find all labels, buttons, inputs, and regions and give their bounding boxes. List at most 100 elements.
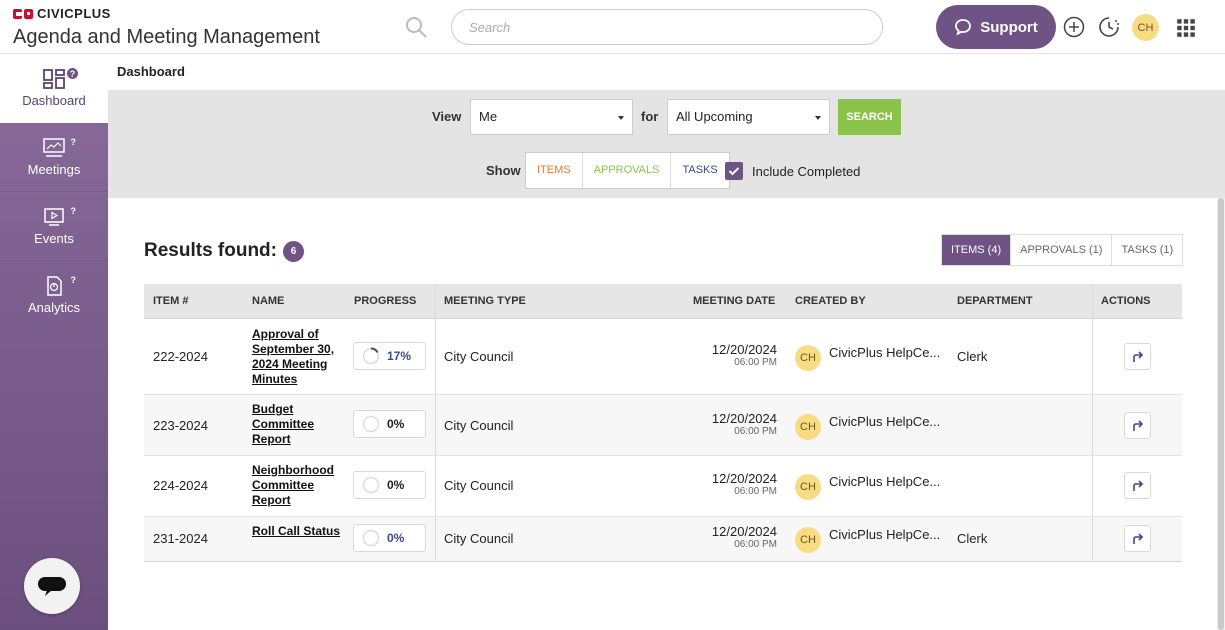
- column-header-progress[interactable]: PROGRESS: [354, 284, 416, 319]
- progress-value: 0%: [387, 531, 405, 545]
- brand[interactable]: CIVICPLUS: [13, 6, 111, 21]
- search-button[interactable]: SEARCH: [838, 99, 901, 135]
- column-divider: [435, 284, 436, 318]
- meeting-type: City Council: [444, 418, 514, 433]
- results-title: Results found: 6: [144, 240, 304, 262]
- sidebar-item-dashboard[interactable]: ? Dashboard: [0, 54, 108, 123]
- meeting-date-time: 06:00 PM: [734, 539, 777, 550]
- check-icon: [728, 167, 740, 176]
- caret-down-icon: [618, 116, 624, 120]
- table-header: ITEM # NAME PROGRESS MEETING TYPE MEETIN…: [144, 284, 1182, 319]
- created-by: CH CivicPlus HelpCe...: [795, 343, 940, 371]
- sidebar-item-events[interactable]: ? Events: [0, 192, 108, 261]
- progress-indicator[interactable]: 0%: [353, 410, 426, 438]
- creator-name: CivicPlus HelpCe...: [829, 413, 941, 429]
- creator-avatar: CH: [795, 527, 821, 553]
- sidebar: ? Dashboard ? Meetings ? Events ? Analyt…: [0, 54, 108, 630]
- column-header-created-by[interactable]: CREATED BY: [795, 284, 866, 319]
- forward-action-button[interactable]: [1124, 343, 1151, 370]
- apps-grid-icon[interactable]: [1175, 17, 1197, 39]
- sidebar-item-label: Dashboard: [22, 93, 86, 108]
- forward-action-button[interactable]: [1124, 472, 1151, 499]
- item-name-link[interactable]: Budget Committee Report: [252, 402, 342, 447]
- forward-action-button[interactable]: [1124, 412, 1151, 439]
- item-number: 223-2024: [153, 418, 208, 433]
- item-name-link[interactable]: Neighborhood Committee Report: [252, 463, 347, 508]
- toggle-tasks[interactable]: TASKS: [671, 153, 728, 188]
- meeting-date-day: 12/20/2024: [711, 411, 777, 426]
- analytics-icon: [47, 275, 62, 296]
- column-header-meeting-date[interactable]: MEETING DATE: [693, 284, 775, 319]
- created-by: CH CivicPlus HelpCe...: [795, 472, 940, 500]
- app-header: CIVICPLUS Agenda and Meeting Management …: [0, 0, 1225, 54]
- filter-panel: View Me for All Upcoming SEARCH Show ITE…: [108, 90, 1225, 198]
- help-icon[interactable]: ?: [71, 275, 77, 285]
- app-title: Agenda and Meeting Management: [13, 26, 320, 48]
- tab-items[interactable]: ITEMS (4): [942, 235, 1012, 265]
- creator-avatar: CH: [795, 474, 821, 500]
- search-icon[interactable]: [404, 15, 428, 39]
- user-avatar[interactable]: CH: [1132, 14, 1159, 41]
- history-icon[interactable]: [1098, 16, 1120, 38]
- column-divider: [435, 517, 436, 561]
- tab-tasks[interactable]: TASKS (1): [1112, 235, 1183, 265]
- meeting-date: 12/20/2024 06:00 PM: [712, 524, 777, 550]
- progress-indicator[interactable]: 0%: [353, 471, 426, 499]
- department: Clerk: [957, 349, 988, 364]
- caret-down-icon: [815, 116, 821, 120]
- for-label: for: [641, 109, 659, 124]
- results-count-badge: 6: [283, 240, 304, 262]
- sidebar-item-meetings[interactable]: ? Meetings: [0, 123, 108, 192]
- redirect-arrow-icon: [1132, 479, 1143, 491]
- column-divider: [1092, 517, 1093, 561]
- item-name-link[interactable]: Approval of September 30, 2024 Meeting M…: [252, 327, 342, 387]
- help-icon[interactable]: ?: [71, 137, 77, 147]
- scrollbar-thumb[interactable]: [1218, 198, 1224, 630]
- breadcrumb: Dashboard: [108, 54, 1225, 90]
- progress-value: 0%: [387, 478, 405, 492]
- events-icon: [44, 207, 64, 226]
- for-dropdown-value: All Upcoming: [676, 109, 753, 124]
- items-table: ITEM # NAME PROGRESS MEETING TYPE MEETIN…: [144, 284, 1182, 562]
- results-panel: Results found: 6 ITEMS (4) APPROVALS (1)…: [108, 198, 1217, 630]
- show-toggle-group: ITEMS APPROVALS TASKS: [525, 152, 730, 189]
- include-completed-checkbox[interactable]: [725, 162, 743, 180]
- meeting-type: City Council: [444, 478, 514, 493]
- column-divider: [435, 456, 436, 516]
- table-row: 222-2024 Approval of September 30, 2024 …: [144, 319, 1182, 395]
- add-icon[interactable]: [1063, 16, 1085, 38]
- view-dropdown[interactable]: Me: [470, 99, 633, 135]
- tab-approvals[interactable]: APPROVALS (1): [1011, 235, 1113, 265]
- column-header-meeting-type[interactable]: MEETING TYPE: [444, 284, 526, 319]
- column-divider: [1092, 456, 1093, 516]
- help-icon[interactable]: ?: [67, 68, 78, 79]
- column-header-name[interactable]: NAME: [252, 284, 284, 319]
- progress-indicator[interactable]: 0%: [353, 524, 426, 552]
- sidebar-item-label: Events: [34, 230, 74, 246]
- creator-name: CivicPlus HelpCe...: [829, 473, 941, 489]
- creator-name: CivicPlus HelpCe...: [829, 526, 941, 542]
- column-header-department[interactable]: DEPARTMENT: [957, 284, 1033, 319]
- progress-indicator[interactable]: 17%: [353, 342, 426, 370]
- sidebar-item-analytics[interactable]: ? Analytics: [0, 261, 108, 330]
- meeting-date-time: 06:00 PM: [734, 426, 777, 437]
- support-button[interactable]: Support: [936, 5, 1056, 49]
- scrollbar[interactable]: [1217, 198, 1225, 630]
- created-by: CH CivicPlus HelpCe...: [795, 412, 940, 440]
- chat-widget-button[interactable]: [24, 558, 80, 614]
- department: Clerk: [957, 531, 988, 546]
- for-dropdown[interactable]: All Upcoming: [667, 99, 830, 135]
- results-label: Results found:: [144, 240, 277, 261]
- item-name-link[interactable]: Roll Call Status: [252, 524, 342, 539]
- meeting-type: City Council: [444, 531, 514, 546]
- include-completed-label: Include Completed: [752, 164, 861, 179]
- help-icon[interactable]: ?: [71, 206, 77, 216]
- table-row: 223-2024 Budget Committee Report 0% City…: [144, 395, 1182, 456]
- support-label: Support: [980, 18, 1038, 36]
- toggle-approvals[interactable]: APPROVALS: [583, 153, 672, 188]
- toggle-items[interactable]: ITEMS: [526, 153, 583, 188]
- search-input[interactable]: [451, 9, 883, 45]
- column-header-item[interactable]: ITEM #: [153, 284, 188, 319]
- item-number: 224-2024: [153, 478, 208, 493]
- forward-action-button[interactable]: [1124, 525, 1151, 552]
